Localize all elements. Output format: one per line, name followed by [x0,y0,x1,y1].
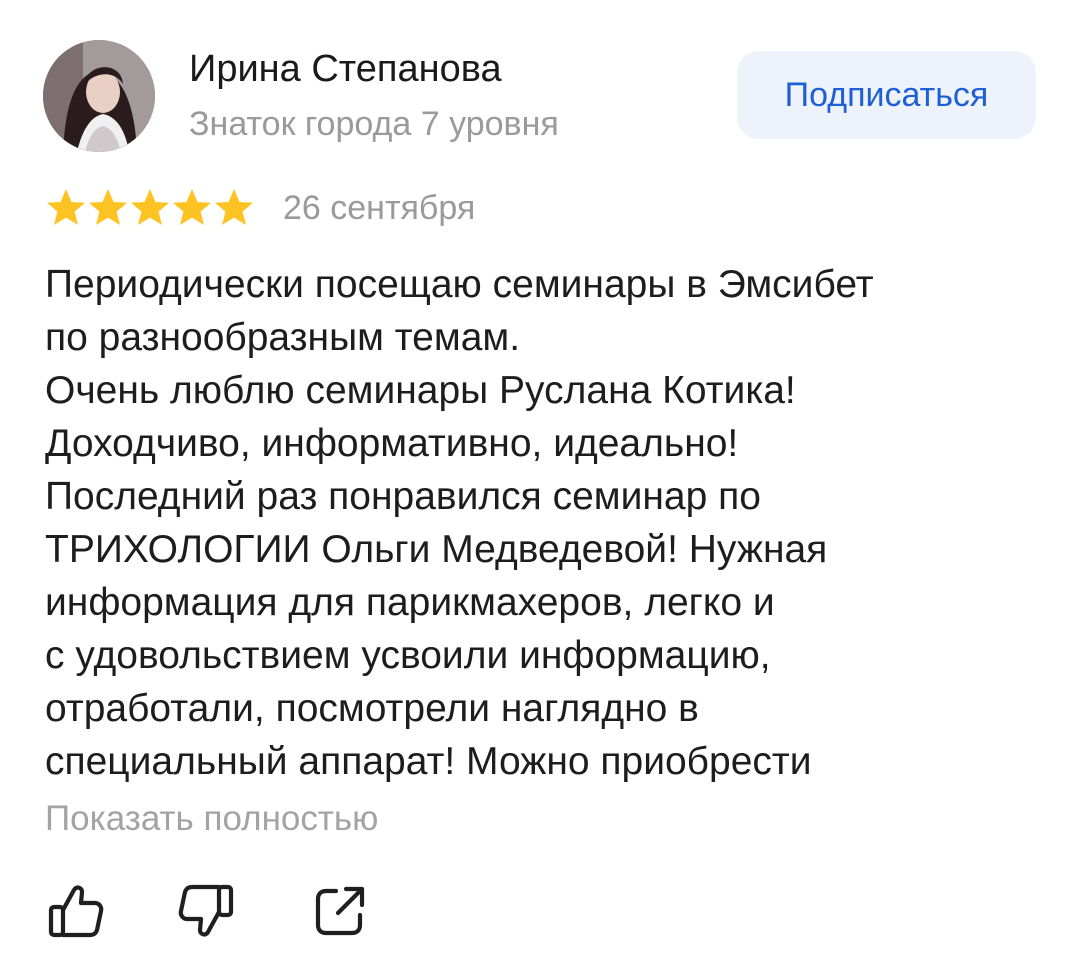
author-name[interactable]: Ирина Степанова [189,46,502,92]
star-icon [215,189,253,225]
star-icon [47,189,85,225]
subscribe-button[interactable]: Подписаться [737,51,1036,139]
thumbs-down-icon[interactable] [176,881,236,941]
review-text: Периодически посещаю семинары в Эмсибет … [45,263,874,783]
star-icon [131,189,169,225]
review-card: Ирина Степанова Знаток города 7 уровня П… [0,0,1080,971]
review-date: 26 сентября [283,189,476,227]
share-icon[interactable] [310,881,370,941]
author-level: Знаток города 7 уровня [189,105,559,143]
show-more-link[interactable]: Показать полностью [45,797,378,841]
star-icon [89,189,127,225]
star-rating [45,186,255,230]
author-avatar[interactable] [43,40,155,152]
avatar-photo [43,40,155,152]
thumbs-up-icon[interactable] [46,881,106,941]
star-icon [173,189,211,225]
